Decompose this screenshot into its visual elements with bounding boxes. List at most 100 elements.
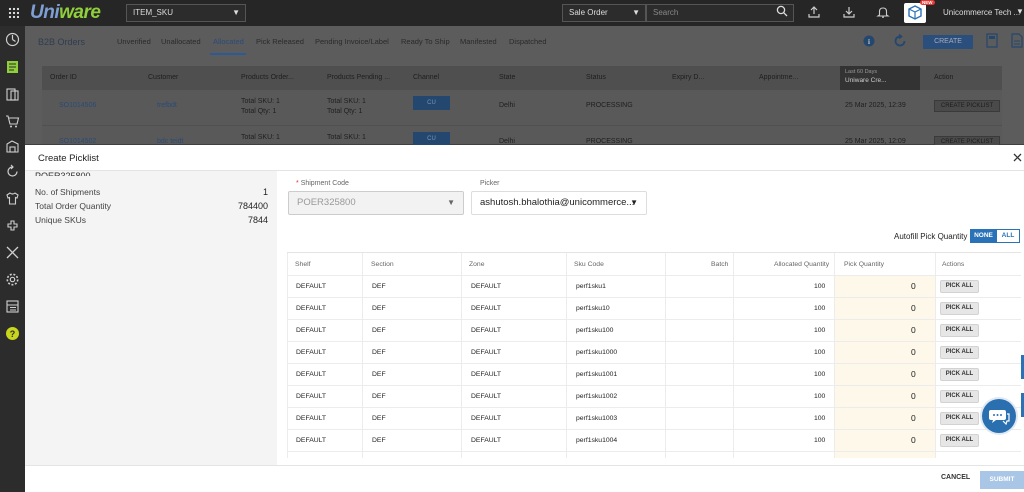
created-date: 25 Mar 2025, 12:39: [845, 102, 906, 109]
col-channel[interactable]: Channel: [413, 74, 439, 81]
active-tab-indicator: [210, 53, 246, 55]
tab-manifested[interactable]: Manifested: [460, 37, 497, 46]
pick-qty-input[interactable]: 0: [911, 369, 916, 379]
svg-text:?: ?: [10, 329, 16, 339]
order-id-link[interactable]: SO1014506: [59, 102, 96, 109]
pick-all-button[interactable]: PICK ALL: [940, 434, 979, 447]
col-products-ordered[interactable]: Products Order...: [241, 74, 294, 81]
apparel-icon[interactable]: [5, 191, 20, 206]
section-cell: DEF: [372, 305, 386, 312]
autofill-all-toggle[interactable]: ALL: [996, 229, 1020, 243]
autofill-pick-quantity-label: Autofill Pick Quantity: [894, 232, 968, 241]
refresh-icon[interactable]: [893, 34, 907, 48]
zone-cell: DEFAULT: [471, 349, 502, 356]
shipment-code-select[interactable]: POER325800 ▼: [288, 191, 464, 215]
create-picklist-modal: Create Picklist POER325800 No. of Shipme…: [25, 145, 1024, 492]
inventory-icon[interactable]: [5, 139, 20, 154]
pick-all-button[interactable]: PICK ALL: [940, 302, 979, 315]
submit-button[interactable]: SUBMIT: [980, 471, 1024, 489]
download-icon[interactable]: [842, 5, 856, 19]
pick-all-button[interactable]: PICK ALL: [940, 368, 979, 381]
sku-type-dropdown[interactable]: ITEM_SKU ▼: [126, 4, 246, 22]
ordered-sku-count: Total SKU: 1: [241, 98, 280, 105]
picker-select[interactable]: ashutosh.bhalothia@unicommerce... ▼: [471, 191, 647, 215]
chat-support-button[interactable]: [982, 399, 1016, 433]
allocated-qty-cell: 100: [814, 415, 826, 422]
col-order-id[interactable]: Order ID: [50, 74, 77, 81]
company-switcher[interactable]: Unicommerce Tech ...: [943, 8, 1020, 17]
col-products-pending[interactable]: Products Pending ...: [327, 74, 390, 81]
stat-value-total-qty: 784400: [237, 201, 268, 211]
autofill-none-toggle[interactable]: NONE: [970, 229, 997, 243]
order-type-dropdown[interactable]: Sale Order ▼: [562, 4, 646, 22]
search-icon[interactable]: [776, 5, 788, 17]
close-icon[interactable]: [1013, 153, 1022, 162]
pick-qty-input[interactable]: 0: [911, 281, 916, 291]
pick-qty-input[interactable]: 0: [911, 347, 916, 357]
section-cell: DEF: [372, 327, 386, 334]
created-date: 25 Mar 2025, 12:09: [845, 138, 906, 145]
tab-pick-released[interactable]: Pick Released: [256, 37, 304, 46]
col-status[interactable]: Status: [586, 74, 606, 81]
whats-new-icon[interactable]: [904, 3, 926, 23]
cancel-button[interactable]: CANCEL: [941, 474, 970, 481]
col-customer[interactable]: Customer: [148, 74, 178, 81]
documents-icon[interactable]: [5, 87, 20, 102]
settings-icon[interactable]: [5, 272, 20, 287]
info-icon[interactable]: i: [863, 35, 875, 47]
returns-icon[interactable]: [5, 164, 20, 179]
col-uniware-created[interactable]: Last 60 Days Uniware Cre...: [840, 66, 920, 90]
order-type-dropdown-value: Sale Order: [569, 8, 608, 17]
customer-link[interactable]: trefbdt: [157, 102, 177, 109]
pick-qty-input[interactable]: 0: [911, 391, 916, 401]
shelf-cell: DEFAULT: [296, 415, 327, 422]
tab-dispatched[interactable]: Dispatched: [509, 37, 547, 46]
tab-unallocated[interactable]: Unallocated: [161, 37, 201, 46]
tab-pending-invoice-label[interactable]: Pending Invoice/Label: [315, 37, 389, 46]
section-cell: DEF: [372, 393, 386, 400]
col-appointment[interactable]: Appointme...: [759, 74, 798, 81]
col-state[interactable]: State: [499, 74, 515, 81]
customer-link[interactable]: bdc teidt: [157, 138, 183, 145]
pick-all-button[interactable]: PICK ALL: [940, 412, 979, 425]
zone-cell: DEFAULT: [471, 327, 502, 334]
apps-grid-icon[interactable]: [8, 7, 19, 18]
upload-icon[interactable]: [807, 5, 821, 19]
pick-all-button[interactable]: PICK ALL: [940, 390, 979, 403]
tab-ready-to-ship[interactable]: Ready To Ship: [401, 37, 450, 46]
col-expiry-date[interactable]: Expiry D...: [672, 74, 704, 81]
stat-label-unique-skus: Unique SKUs: [35, 215, 87, 225]
cart-icon[interactable]: [5, 114, 20, 129]
reports-icon[interactable]: [5, 299, 20, 314]
tab-allocated[interactable]: Allocated: [213, 37, 244, 46]
pick-qty-input[interactable]: 0: [911, 413, 916, 423]
table-row: DEFAULT DEF DEFAULT perf1sku1 100 0 PICK…: [287, 276, 1021, 298]
create-picklist-button[interactable]: CREATE PICKLIST: [934, 100, 1000, 112]
sku-code-cell: perf1sku1003: [576, 415, 618, 422]
table-row: DEFAULT DEF DEFAULT perf1sku1001 100 0 P…: [287, 364, 1021, 386]
tab-unverified[interactable]: Unverified: [117, 37, 151, 46]
shelf-cell: DEFAULT: [296, 305, 327, 312]
save-icon[interactable]: [986, 33, 998, 48]
modal-header: Create Picklist: [25, 145, 1024, 171]
export-icon[interactable]: [1011, 33, 1023, 48]
pick-qty-input[interactable]: 0: [911, 435, 916, 445]
zone-cell: DEFAULT: [471, 437, 502, 444]
order-id-link[interactable]: SO1014502: [59, 138, 96, 145]
uniware-logo[interactable]: Uniware: [30, 2, 101, 24]
pick-all-button[interactable]: PICK ALL: [940, 324, 979, 337]
sku-code-cell: perf1sku100: [576, 327, 614, 334]
integrations-icon[interactable]: [5, 218, 20, 233]
orders-icon[interactable]: [5, 59, 20, 74]
global-search-input[interactable]: Search: [646, 4, 794, 22]
pick-all-button[interactable]: PICK ALL: [940, 280, 979, 293]
help-icon[interactable]: ?: [5, 326, 20, 341]
pick-qty-input[interactable]: 0: [911, 303, 916, 313]
bell-icon[interactable]: [876, 5, 890, 19]
pick-all-button[interactable]: PICK ALL: [940, 346, 979, 359]
chevron-down-icon[interactable]: ▼: [1016, 7, 1024, 16]
dashboard-icon[interactable]: [5, 32, 20, 47]
create-button[interactable]: CREATE: [923, 35, 973, 49]
tools-icon[interactable]: [5, 245, 20, 260]
pick-qty-input[interactable]: 0: [911, 325, 916, 335]
